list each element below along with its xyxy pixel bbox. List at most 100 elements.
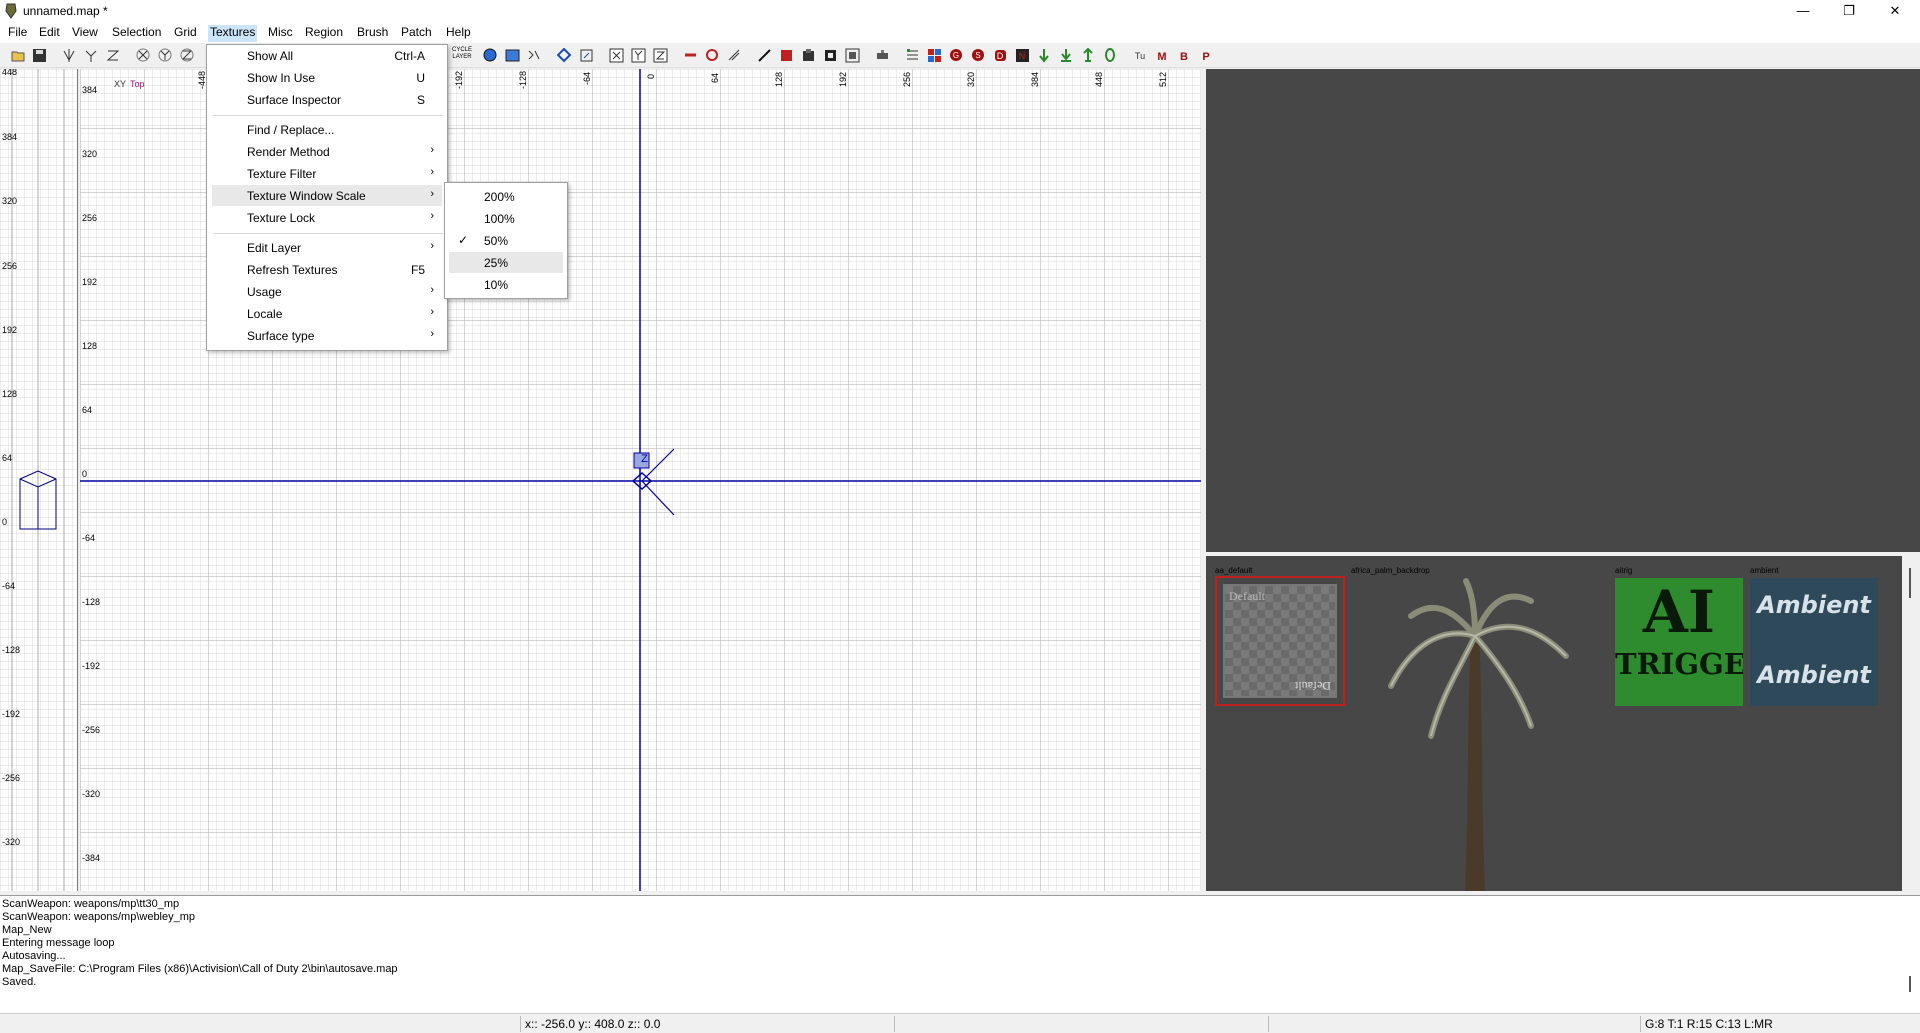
rotate-z-icon[interactable] <box>180 48 195 63</box>
camera-view[interactable] <box>1206 69 1920 552</box>
menu-item-show-in-use[interactable]: Show In Use U <box>212 67 442 88</box>
y-ruler-label: -384 <box>82 853 101 863</box>
svg-text:P: P <box>1202 51 1209 63</box>
menu-separator <box>213 233 443 234</box>
texture-view-icon[interactable] <box>505 48 520 63</box>
s-icon[interactable]: S <box>971 48 986 63</box>
zero-icon[interactable] <box>1103 48 1118 63</box>
menu-patch[interactable]: Patch <box>401 25 432 42</box>
camera-view-icon[interactable] <box>557 48 572 63</box>
scale-option-25[interactable]: 25% <box>449 252 563 273</box>
texture-browser-scrollbar[interactable] <box>1902 556 1920 891</box>
menu-item-label: Find / Replace... <box>247 123 335 137</box>
csg-subtract-icon[interactable] <box>683 48 698 63</box>
scale-option-100[interactable]: 100% <box>449 208 563 229</box>
texture-browser[interactable]: aa_default Default Default africa_palm_b… <box>1206 556 1902 891</box>
menu-item-edit-layer[interactable]: Edit Layer › <box>212 237 442 258</box>
csg-merge-icon[interactable] <box>705 48 720 63</box>
menu-brush[interactable]: Brush <box>357 25 388 42</box>
menu-selection[interactable]: Selection <box>112 25 161 42</box>
console-line: Saved. <box>2 976 37 988</box>
view-3d-icon[interactable] <box>483 48 498 63</box>
texture-tile-aitrig[interactable]: AI TRIGGER <box>1615 578 1743 706</box>
open-file-icon[interactable] <box>11 48 26 63</box>
select-inside-icon[interactable] <box>779 48 794 63</box>
menu-view[interactable]: View <box>72 25 98 42</box>
arrow-down-icon[interactable] <box>1037 48 1052 63</box>
menu-item-texture-lock[interactable]: Texture Lock › <box>212 207 442 228</box>
menu-item-render-method[interactable]: Render Method › <box>212 141 442 162</box>
patch-icon[interactable] <box>875 48 890 63</box>
drag-edges-icon[interactable] <box>845 48 860 63</box>
status-empty-2 <box>1268 1016 1638 1032</box>
scale-option-200[interactable]: 200% <box>449 186 563 207</box>
save-icon[interactable] <box>32 48 47 63</box>
arrow-pole-icon[interactable] <box>1081 48 1096 63</box>
tu-icon[interactable]: Tu <box>1133 48 1148 63</box>
menu-item-texture-window-scale[interactable]: Texture Window Scale › <box>212 185 442 206</box>
toggle-z-icon[interactable] <box>653 48 668 63</box>
flip-z-icon[interactable] <box>106 48 121 63</box>
minimize-button[interactable]: — <box>1780 0 1826 23</box>
n-icon[interactable]: N <box>1015 48 1030 63</box>
g-icon[interactable]: G <box>949 48 964 63</box>
view-axis-label: XY <box>114 79 127 89</box>
menu-item-surface-inspector[interactable]: Surface Inspector S <box>212 89 442 110</box>
ambient-line2: Ambient <box>1757 661 1871 689</box>
console-scrollbar-thumb[interactable] <box>1909 976 1911 992</box>
svg-text:Tu: Tu <box>1135 51 1145 61</box>
maximize-button[interactable]: ❐ <box>1826 0 1872 23</box>
menu-item-locale[interactable]: Locale › <box>212 303 442 324</box>
menu-item-usage[interactable]: Usage › <box>212 281 442 302</box>
entity-list-icon[interactable] <box>905 48 920 63</box>
menu-textures[interactable]: Textures <box>208 25 258 42</box>
menu-item-shortcut: U <box>416 71 425 85</box>
scale-option-50[interactable]: ✓ 50% <box>449 230 563 251</box>
m-icon[interactable]: M <box>1155 48 1170 63</box>
menu-misc[interactable]: Misc <box>268 25 293 42</box>
menu-item-shortcut: F5 <box>410 263 425 277</box>
rotate-x-icon[interactable] <box>136 48 151 63</box>
xyz-view-icon[interactable] <box>527 48 542 63</box>
rotate-y-icon[interactable] <box>158 48 173 63</box>
menu-item-show-all[interactable]: Show All Ctrl-A <box>212 45 442 66</box>
z-ruler-label: 320 <box>2 196 18 206</box>
menu-edit[interactable]: Edit <box>39 25 60 42</box>
clipper-icon[interactable] <box>579 48 594 63</box>
y-ruler-label: 0 <box>82 469 88 479</box>
menu-grid[interactable]: Grid <box>174 25 197 42</box>
texture-grid-icon[interactable] <box>927 48 942 63</box>
scrollbar-thumb[interactable] <box>1909 568 1911 598</box>
texture-tile-palm[interactable] <box>1371 576 1581 891</box>
texture-tile-ambient[interactable]: Ambient Ambient <box>1750 578 1878 706</box>
flip-x-icon[interactable] <box>62 48 77 63</box>
arrow-down-stack-icon[interactable] <box>1059 48 1074 63</box>
menu-item-find-replace[interactable]: Find / Replace... <box>212 119 442 140</box>
select-partial-icon[interactable] <box>801 48 816 63</box>
cycle-layer-button[interactable]: CYCLE LAYER <box>452 47 472 61</box>
z-ruler-label: 256 <box>2 261 18 271</box>
menu-item-surface-type[interactable]: Surface type › <box>212 325 442 346</box>
select-complete-icon[interactable] <box>823 48 838 63</box>
texture-tile-aa-default[interactable]: Default Default <box>1215 576 1345 706</box>
toggle-x-icon[interactable] <box>609 48 624 63</box>
y-ruler-label: -256 <box>82 725 101 735</box>
toggle-y-icon[interactable] <box>631 48 646 63</box>
menu-item-refresh-textures[interactable]: Refresh Textures F5 <box>212 259 442 280</box>
hollow-icon[interactable] <box>727 48 742 63</box>
menu-item-texture-filter[interactable]: Texture Filter › <box>212 163 442 184</box>
z-view[interactable]: 448 384 320 256 192 128 64 0 -64 -128 -1… <box>0 69 78 891</box>
select-touching-icon[interactable] <box>757 48 772 63</box>
d-icon[interactable]: D <box>993 48 1008 63</box>
menu-file[interactable]: File <box>8 25 27 42</box>
menu-item-label: Texture Window Scale <box>247 189 366 203</box>
console-output[interactable]: ScanWeapon: weapons/mp\tt30_mp ScanWeapo… <box>0 895 1920 1013</box>
menu-help[interactable]: Help <box>446 25 471 42</box>
p-icon[interactable]: P <box>1199 48 1214 63</box>
x-ruler-label: 512 <box>1158 71 1168 87</box>
close-button[interactable]: ✕ <box>1872 0 1918 23</box>
scale-option-10[interactable]: 10% <box>449 274 563 295</box>
menu-region[interactable]: Region <box>305 25 343 42</box>
flip-y-icon[interactable] <box>84 48 99 63</box>
b-icon[interactable]: B <box>1177 48 1192 63</box>
